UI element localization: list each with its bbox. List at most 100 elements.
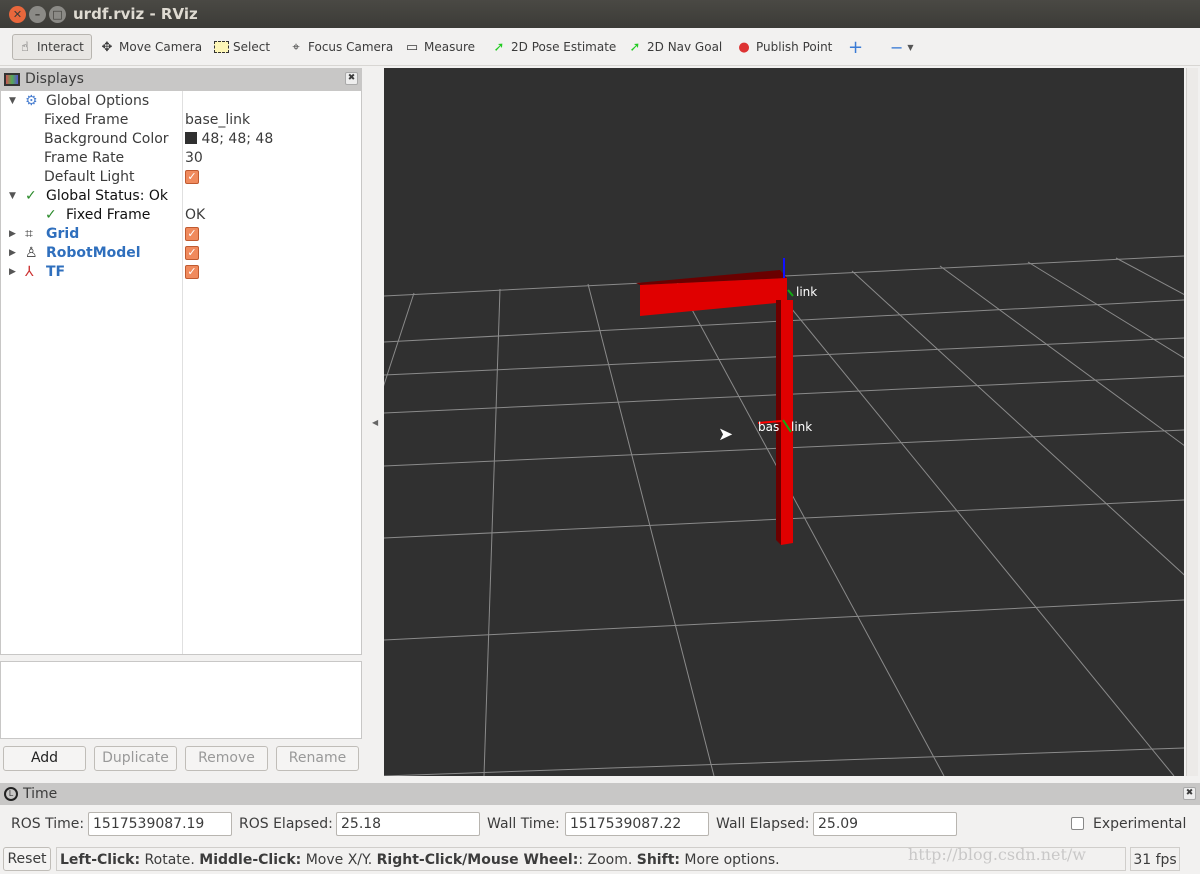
close-icon[interactable]: ✖ bbox=[345, 72, 358, 85]
green-arrow-icon: ➚ bbox=[493, 39, 505, 55]
display-tf-row[interactable]: ▶ ⅄ TF ✓ bbox=[1, 263, 361, 282]
tool-label: Interact bbox=[37, 40, 84, 54]
frame-rate-row[interactable]: Frame Rate 30 bbox=[1, 149, 361, 168]
hand-icon: ☝ bbox=[21, 39, 29, 55]
frame-rate-value[interactable]: 30 bbox=[185, 149, 203, 168]
tool-label: Move Camera bbox=[119, 40, 203, 54]
default-light-checkbox[interactable]: ✓ bbox=[185, 170, 199, 184]
panel-title: Time bbox=[23, 786, 58, 802]
tf-frame-label: bas bbox=[758, 420, 780, 434]
panel-title: Displays bbox=[25, 71, 84, 87]
select-rect-icon bbox=[214, 41, 229, 53]
measure-tool[interactable]: ▭ Measure bbox=[400, 34, 479, 60]
display-robotmodel-row[interactable]: ▶ ♙ RobotModel ✓ bbox=[1, 244, 361, 263]
expand-arrow-icon[interactable]: ▼ bbox=[9, 187, 16, 206]
fixed-frame-value[interactable]: base_link bbox=[185, 111, 250, 130]
experimental-checkbox[interactable] bbox=[1071, 817, 1084, 830]
select-tool[interactable]: Select bbox=[210, 34, 274, 60]
hint-key: Left-Click: bbox=[60, 852, 141, 868]
default-light-row[interactable]: Default Light ✓ bbox=[1, 168, 361, 187]
displays-tree: ▼ ⚙ Global Options Fixed Frame base_link Ba… bbox=[0, 90, 362, 655]
expand-arrow-icon[interactable]: ▼ bbox=[9, 92, 16, 111]
tool-label: 2D Nav Goal bbox=[647, 40, 723, 54]
row-label: Default Light bbox=[44, 169, 135, 185]
close-window-button[interactable]: ✕ bbox=[9, 6, 26, 23]
toolbar: ☝ Interact ✥ Move Camera Select ⌖ Focus Cam… bbox=[0, 28, 1200, 66]
reset-button[interactable]: Reset bbox=[3, 847, 51, 871]
rename-button[interactable]: Rename bbox=[276, 746, 359, 771]
wall-time-field[interactable]: 1517539087.22 bbox=[565, 812, 709, 836]
gear-icon: ⚙ bbox=[25, 93, 38, 109]
color-value: 48; 48; 48 bbox=[201, 131, 274, 147]
wall-time-label: Wall Time: bbox=[487, 816, 560, 832]
grid-checkbox[interactable]: ✓ bbox=[185, 227, 199, 241]
hint-text: : Zoom. bbox=[578, 852, 637, 868]
wall-elapsed-field[interactable]: 25.09 bbox=[813, 812, 957, 836]
tool-label: Measure bbox=[424, 40, 475, 54]
clock-icon: L bbox=[4, 787, 18, 801]
display-grid-row[interactable]: ▶ ⌗ Grid ✓ bbox=[1, 225, 361, 244]
displays-panel-header: Displays ✖ bbox=[0, 68, 362, 90]
close-icon[interactable]: ✖ bbox=[1183, 787, 1196, 800]
check-icon: ✓ bbox=[25, 188, 37, 204]
map-pin-icon: ● bbox=[738, 39, 750, 55]
nav-goal-tool[interactable]: ➚ 2D Nav Goal bbox=[623, 34, 726, 60]
status-value: OK bbox=[185, 207, 206, 223]
remove-button[interactable]: Remove bbox=[185, 746, 268, 771]
hint-text: Move X/Y. bbox=[301, 852, 377, 868]
ros-elapsed-label: ROS Elapsed: bbox=[239, 816, 333, 832]
publish-point-tool[interactable]: ● Publish Point bbox=[732, 34, 836, 60]
axes-icon: ⅄ bbox=[25, 264, 34, 280]
ros-elapsed-field[interactable]: 25.18 bbox=[336, 812, 480, 836]
crosshair-icon: ⌖ bbox=[292, 39, 300, 55]
row-label: Frame Rate bbox=[44, 150, 125, 166]
expand-arrow-icon[interactable]: ▶ bbox=[9, 225, 16, 244]
green-arrow-icon: ➚ bbox=[629, 39, 641, 55]
add-tool-button[interactable]: + bbox=[844, 34, 867, 60]
interact-tool[interactable]: ☝ Interact bbox=[12, 34, 92, 60]
window-title: urdf.rviz - RViz bbox=[73, 5, 198, 23]
monitor-icon bbox=[4, 72, 20, 86]
status-fixed-frame-row[interactable]: ✓ Fixed Frame OK bbox=[1, 206, 361, 225]
viewport-scrollbar[interactable] bbox=[1186, 68, 1198, 776]
background-color-value[interactable]: 48; 48; 48 bbox=[185, 130, 273, 149]
chevron-down-icon: ▼ bbox=[907, 42, 914, 52]
ros-time-field[interactable]: 1517539087.19 bbox=[88, 812, 232, 836]
focus-camera-tool[interactable]: ⌖ Focus Camera bbox=[284, 34, 397, 60]
tf-checkbox[interactable]: ✓ bbox=[185, 265, 199, 279]
hint-text: More options. bbox=[679, 852, 780, 868]
expand-arrow-icon[interactable]: ▶ bbox=[9, 244, 16, 263]
add-button[interactable]: Add bbox=[3, 746, 86, 771]
pose-estimate-tool[interactable]: ➚ 2D Pose Estimate bbox=[487, 34, 620, 60]
maximize-button[interactable]: □ bbox=[49, 6, 66, 23]
3d-viewport[interactable]: link bas link ➤ bbox=[384, 68, 1184, 776]
plus-icon: + bbox=[848, 36, 864, 58]
expand-arrow-icon[interactable]: ▶ bbox=[9, 263, 16, 282]
move-camera-tool[interactable]: ✥ Move Camera bbox=[95, 34, 206, 60]
tool-label: Publish Point bbox=[756, 40, 833, 54]
collapse-left-icon[interactable]: ◀ bbox=[372, 418, 378, 427]
row-label: Grid bbox=[46, 226, 80, 242]
hint-key: Shift: bbox=[636, 852, 680, 868]
hint-key: Right-Click/Mouse Wheel: bbox=[376, 852, 579, 868]
robotmodel-checkbox[interactable]: ✓ bbox=[185, 246, 199, 260]
grid-and-robot bbox=[384, 255, 1184, 776]
robot-model bbox=[636, 258, 794, 545]
tf-frame-label: link bbox=[796, 285, 818, 299]
row-label: TF bbox=[46, 264, 66, 280]
global-options-row[interactable]: ▼ ⚙ Global Options bbox=[1, 92, 361, 111]
global-status-row[interactable]: ▼ ✓ Global Status: Ok bbox=[1, 187, 361, 206]
row-label: Global Status: Ok bbox=[46, 188, 169, 204]
hint-text: Rotate. bbox=[140, 852, 200, 868]
remove-tool-button[interactable]: − ▼ bbox=[886, 34, 918, 60]
description-panel bbox=[0, 661, 362, 739]
move-arrows-icon: ✥ bbox=[101, 39, 113, 55]
row-label: Fixed Frame bbox=[66, 207, 151, 223]
row-label: Background Color bbox=[44, 131, 169, 147]
fixed-frame-row[interactable]: Fixed Frame base_link bbox=[1, 111, 361, 130]
minimize-button[interactable]: – bbox=[29, 6, 46, 23]
duplicate-button[interactable]: Duplicate bbox=[94, 746, 177, 771]
hint-key: Middle-Click: bbox=[199, 852, 302, 868]
grid-icon: ⌗ bbox=[25, 226, 33, 242]
background-color-row[interactable]: Background Color 48; 48; 48 bbox=[1, 130, 361, 149]
